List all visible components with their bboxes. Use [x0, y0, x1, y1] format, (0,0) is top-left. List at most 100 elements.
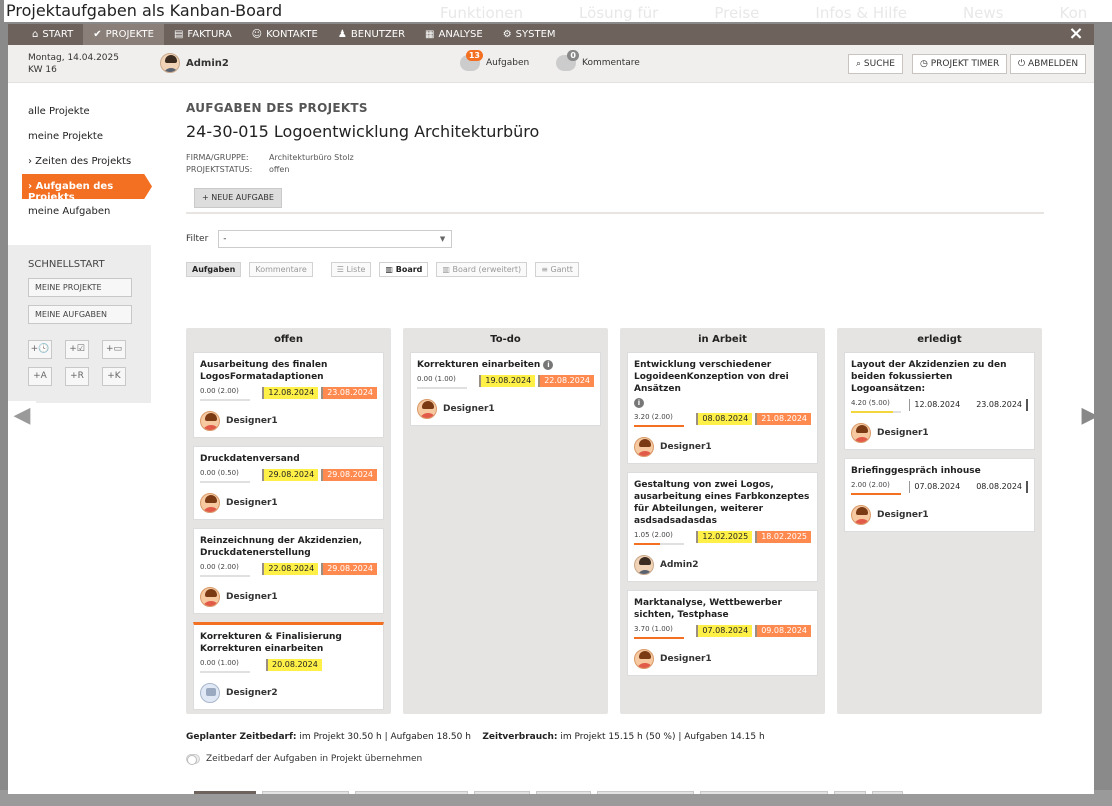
add-offer-icon[interactable]: +A [28, 367, 52, 386]
task-card[interactable]: Reinzeichnung der Akzidenzien, Druckdate… [193, 528, 384, 614]
add-contact-icon[interactable]: +K [102, 367, 126, 386]
background-nav-item: Funktionen [440, 4, 523, 22]
next-arrow-icon[interactable]: ▶ [1076, 401, 1094, 431]
adopt-time-toggle[interactable]: Zeitbedarf der Aufgaben in Projekt übern… [186, 754, 422, 765]
assignee[interactable]: Designer1 [634, 437, 811, 457]
sidebar-item[interactable]: alle Projekte [22, 99, 152, 124]
nav-kontakte[interactable]: ☺ KONTAKTE [242, 24, 328, 45]
sidebar-item[interactable]: › Aufgaben des Projekts [22, 174, 152, 199]
column-title: offen [274, 334, 303, 345]
task-title: Entwicklung verschiedener LogoideenKonze… [634, 359, 811, 395]
due-date: 29.08.2024 [321, 563, 377, 575]
my-tasks-button[interactable]: MEINE AUFGABEN [28, 305, 132, 324]
start-date: 20.08.2024 [266, 659, 322, 671]
filter-select[interactable]: - ▼ [218, 230, 453, 248]
footer-toolbar: SPEICHERN + NEUE AUFGABE + SPALTEN BEARBEI… [194, 791, 904, 794]
assignee[interactable]: Designer1 [634, 649, 811, 669]
start-date: 19.08.2024 [479, 375, 536, 387]
add-task-icon[interactable]: +☑ [65, 340, 89, 359]
task-card[interactable]: Briefinggespräch inhouse 2.00 (2.00) 07.08… [844, 458, 1035, 532]
copy-button[interactable]: KOPIEREN [473, 791, 530, 794]
progress-fill [851, 493, 901, 495]
status-key: PROJEKTSTATUS: [186, 165, 253, 174]
task-card[interactable]: Ausarbeitung des finalen LogosFormatadap… [193, 352, 384, 438]
previous-arrow-icon[interactable]: ◀ [8, 401, 36, 431]
task-card[interactable]: Korrekturen & Finalisierung Korrekturen … [193, 622, 384, 710]
add-time-icon[interactable]: +🕓 [28, 340, 52, 359]
current-user[interactable]: Admin2 [160, 53, 229, 73]
view-board-label: Board [395, 265, 423, 274]
task-title-text: Reinzeichnung der Akzidenzien, Druckdate… [200, 536, 363, 558]
add-project-icon[interactable]: +▭ [102, 340, 126, 359]
assignee[interactable]: Designer2 [200, 683, 377, 703]
task-times: 0.00 (2.00) 12.08.2024 23.08.2024 [200, 387, 377, 405]
task-card[interactable]: Marktanalyse, Wettbewerber sichten, Test… [627, 590, 818, 676]
assignee[interactable]: Designer1 [851, 505, 1028, 525]
assignee[interactable]: Designer1 [851, 423, 1028, 443]
task-card[interactable]: Korrekturen einarbeiten i 0.00 (1.00) 19.0… [410, 352, 601, 426]
board-icon: ▥ [385, 265, 396, 274]
nav-start[interactable]: ⌂ START [22, 24, 83, 45]
start-date: 12.08.2024 [909, 399, 964, 411]
new-task-button[interactable]: + NEUE AUFGABE [261, 791, 350, 794]
task-card[interactable]: Entwicklung verschiedener LogoideenKonze… [627, 352, 818, 464]
progress-fill [634, 543, 660, 545]
nav-analyse[interactable]: ▦ ANALYSE [415, 24, 493, 45]
view-board-extended[interactable]: ▥ Board (erweitert) [436, 262, 528, 277]
tab-comments[interactable]: Kommentare [249, 262, 313, 277]
assignee[interactable]: Designer1 [417, 399, 594, 419]
logout-button[interactable]: ⏻ ABMELDEN [1010, 54, 1087, 74]
task-card[interactable]: Layout der Akzidenzien zu den beiden fok… [844, 352, 1035, 450]
nav-faktura[interactable]: ▤ FAKTURA [164, 24, 242, 45]
progress-bar [634, 637, 684, 639]
show-project-times-button[interactable]: PROJEKTZEITEN ANZEIGEN › [699, 791, 829, 794]
info-icon[interactable]: i [634, 398, 644, 408]
toggle-switch[interactable] [186, 754, 200, 765]
view-list[interactable]: ☰ Liste [330, 262, 372, 277]
task-card[interactable]: Gestaltung von zwei Logos, ausarbeitung … [627, 472, 818, 582]
hours-block: 1.05 (2.00) [634, 531, 696, 545]
my-projects-button[interactable]: MEINE PROJEKTE [28, 278, 132, 297]
view-switcher: Aufgaben Kommentare ☰ Liste ▥ Board ▥ Bo… [186, 262, 1046, 277]
sidebar-item[interactable]: meine Projekte [22, 124, 152, 149]
assignee[interactable]: Designer1 [200, 493, 377, 513]
xls-button[interactable]: XLS [872, 791, 904, 794]
timer-label: PROJEKT TIMER [930, 59, 1000, 69]
nav-system[interactable]: ⚙ SYSTEM [493, 24, 566, 45]
new-task-button[interactable]: + NEUE AUFGABE [194, 188, 282, 208]
print-button[interactable]: DRUCKEN [535, 791, 592, 794]
view-gantt[interactable]: ≡ Gantt [535, 262, 579, 277]
progress-bar [851, 411, 901, 413]
kanban-column: erledigt Layout der Akzidenzien zu den be… [837, 328, 1042, 714]
due-date: 18.02.2025 [755, 531, 811, 543]
due-date: 09.08.2024 [755, 625, 811, 637]
tasks-label: Aufgaben [486, 58, 530, 68]
sidebar-item[interactable]: meine Aufgaben [22, 199, 152, 224]
avatar [634, 649, 654, 669]
task-card[interactable]: Druckdatenversand 0.00 (0.50) 29.08.2024 29… [193, 446, 384, 520]
tasks-counter[interactable]: 13 Aufgaben [460, 50, 530, 71]
close-icon[interactable]: × [1064, 24, 1088, 44]
nav-projekte[interactable]: ✔ PROJEKTE [83, 24, 164, 45]
edit-columns-button[interactable]: + SPALTEN BEARBEITEN [355, 791, 468, 794]
view-board[interactable]: ▥ Board [379, 262, 429, 277]
avatar [200, 683, 220, 703]
sidebar-item[interactable]: › Zeiten des Projekts [22, 149, 152, 174]
avatar [200, 493, 220, 513]
nav-label: KONTAKTE [266, 29, 318, 40]
assignee[interactable]: Admin2 [634, 555, 811, 575]
assignee[interactable]: Designer1 [200, 587, 377, 607]
save-button[interactable]: SPEICHERN [194, 791, 256, 794]
search-button[interactable]: ⌕ SUCHE [848, 54, 903, 74]
nav-benutzer[interactable]: ♟ BENUTZER [328, 24, 415, 45]
info-icon[interactable]: i [543, 359, 554, 370]
assignee[interactable]: Designer1 [200, 411, 377, 431]
view-project-button[interactable]: PROJEKT ANSEHEN › [597, 791, 694, 794]
csv-button[interactable]: CSV [834, 791, 867, 794]
tab-tasks[interactable]: Aufgaben [186, 262, 242, 277]
project-timer-button[interactable]: ◷ PROJEKT TIMER [912, 54, 1008, 74]
background-nav-item: Lösung für [578, 4, 659, 22]
avatar [851, 505, 871, 525]
add-invoice-icon[interactable]: +R [65, 367, 89, 386]
comments-counter[interactable]: 0 Kommentare [556, 50, 640, 71]
